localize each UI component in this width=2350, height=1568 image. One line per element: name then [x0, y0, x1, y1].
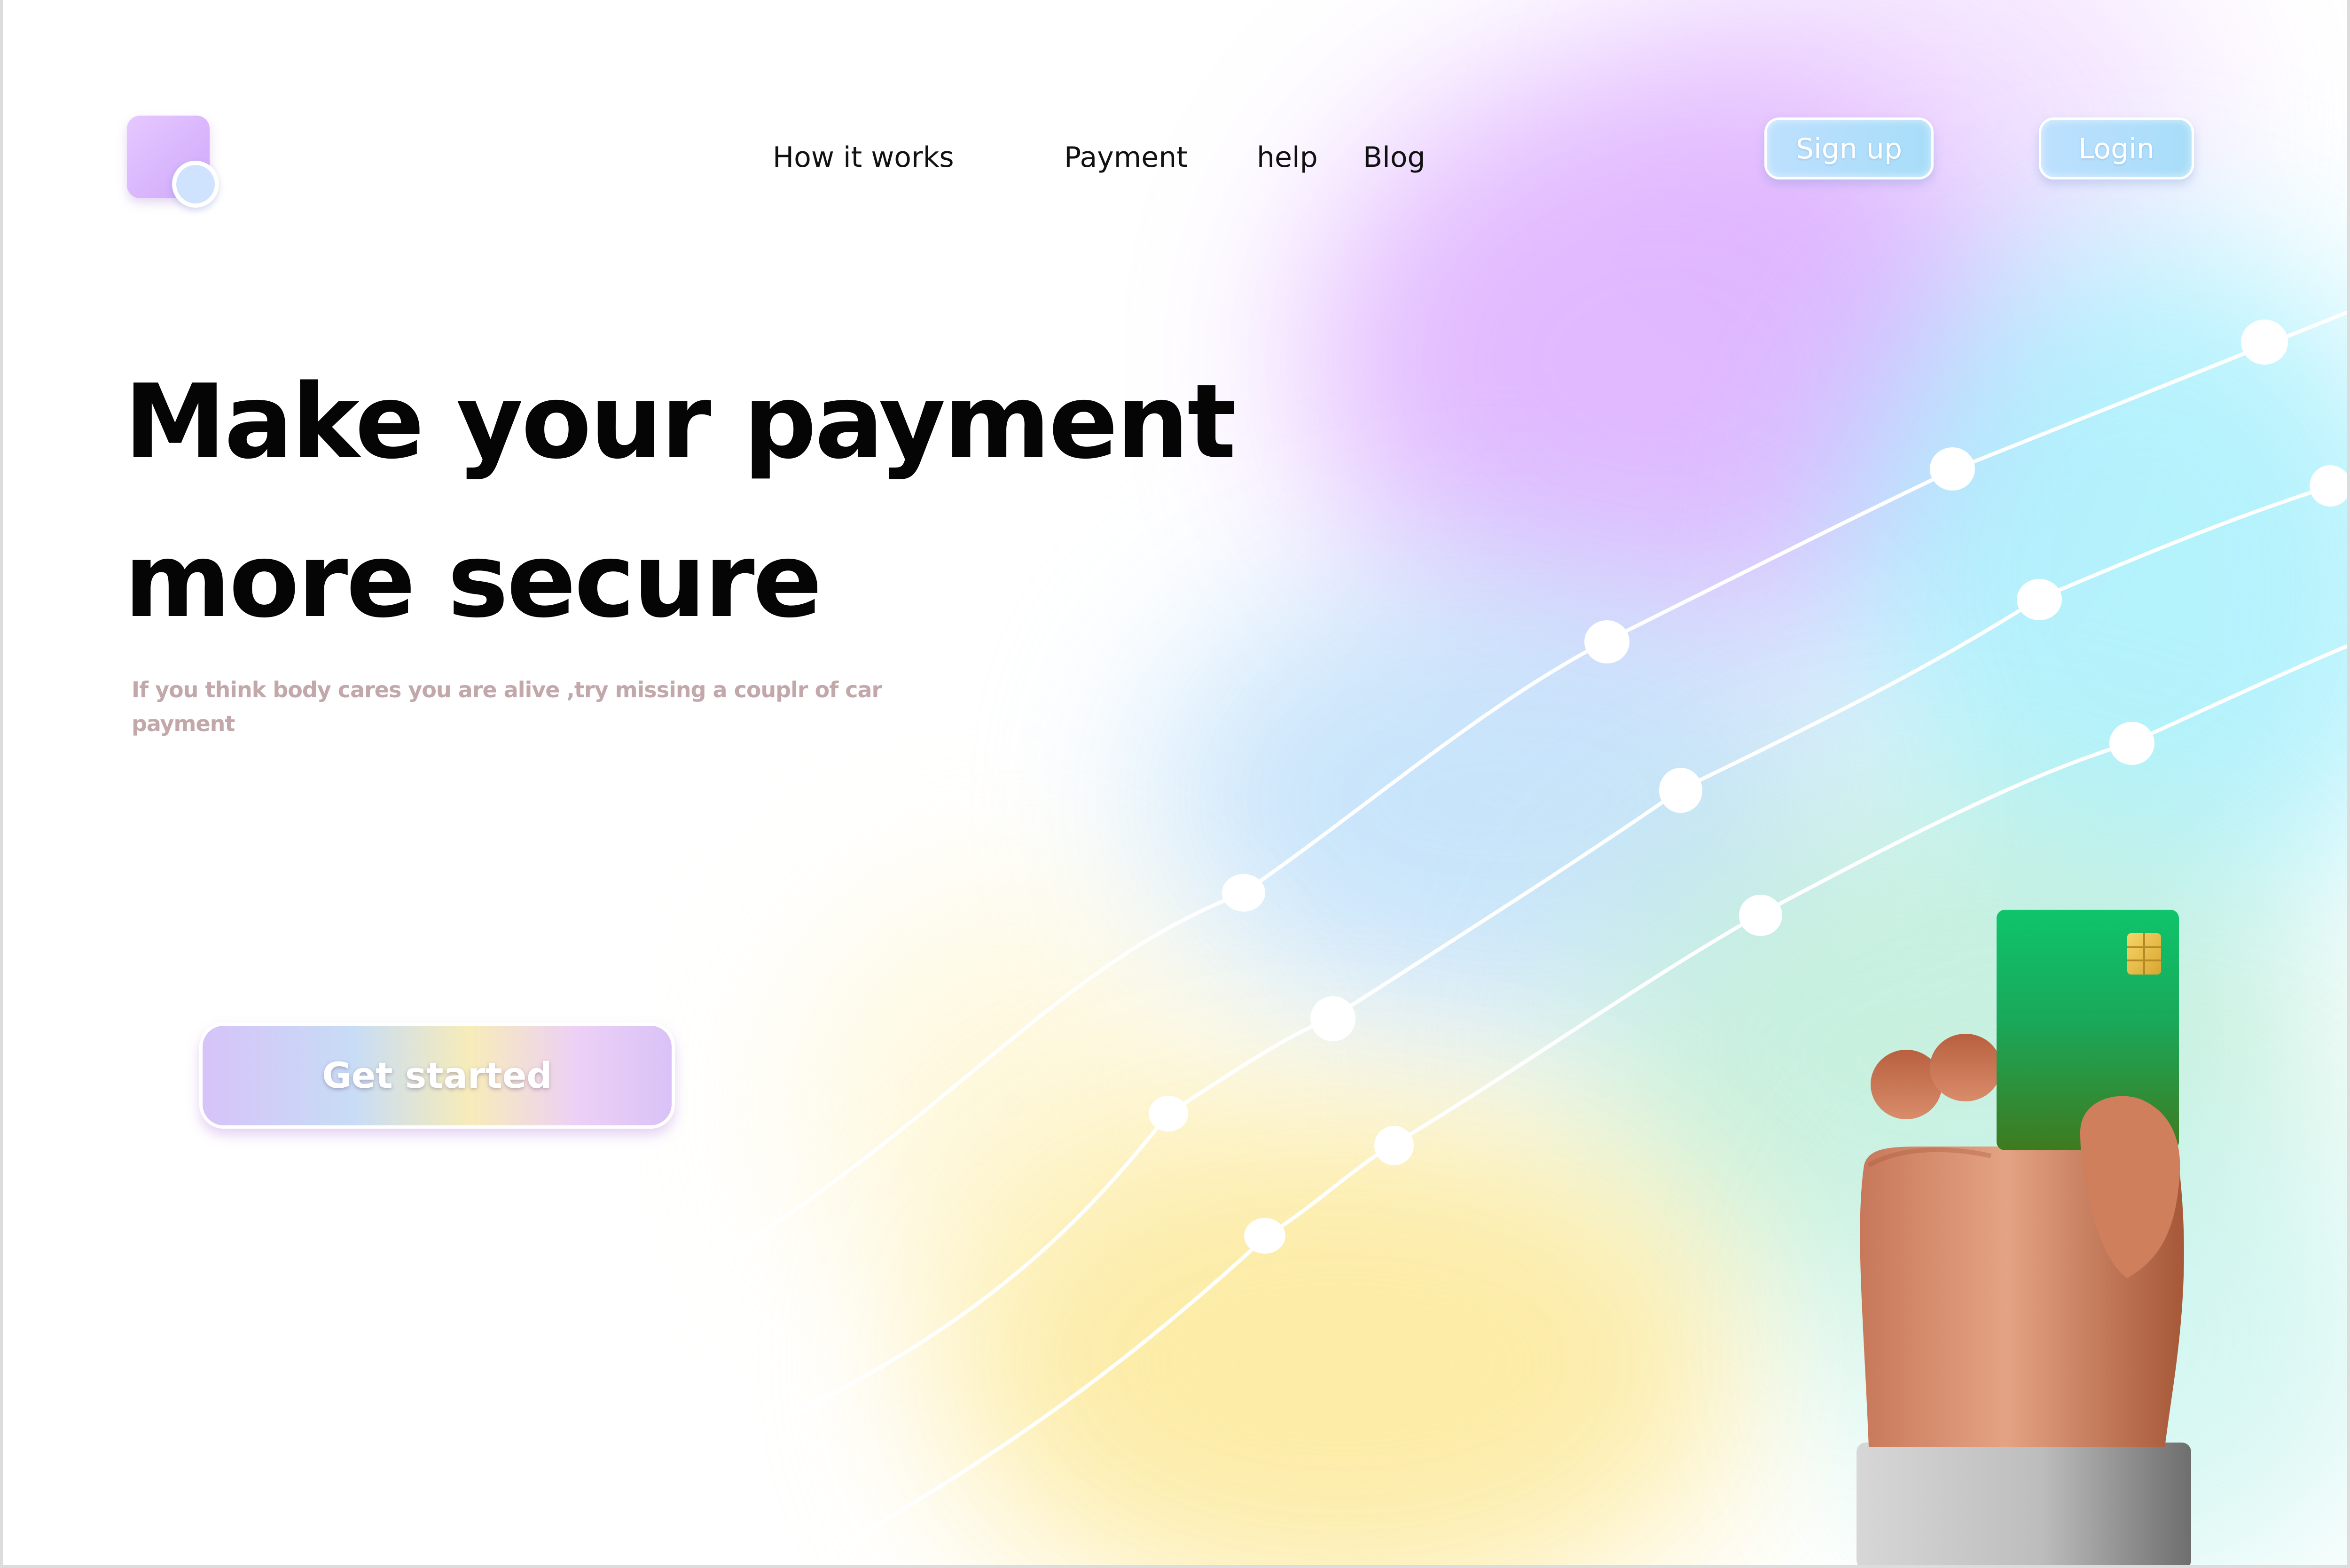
- sign-up-button[interactable]: Sign up: [1764, 117, 1934, 179]
- finger-middle: [1930, 1034, 2001, 1101]
- hero-title-line-2: more secure: [124, 502, 1234, 661]
- curve-node: [2310, 465, 2350, 507]
- curve-node: [1659, 768, 1702, 813]
- curve-node: [2241, 320, 2288, 365]
- curve-node: [1739, 895, 1782, 936]
- hero-subtitle: If you think body cares you are alive ,t…: [132, 673, 907, 741]
- card-chip-icon: [2127, 933, 2161, 975]
- nav-link-blog[interactable]: Blog: [1363, 136, 1426, 179]
- nav-link-help[interactable]: help: [1257, 136, 1318, 179]
- get-started-button[interactable]: Get started: [199, 1022, 675, 1129]
- hero-title-line-1: Make your payment: [124, 343, 1234, 502]
- get-started-label: Get started: [322, 1026, 552, 1125]
- curve-node: [1149, 1096, 1188, 1131]
- curve-node: [1222, 874, 1265, 912]
- curve-node: [1930, 447, 1975, 491]
- hand-holding-card-illustration: [1836, 902, 2212, 1568]
- login-button[interactable]: Login: [2039, 117, 2194, 179]
- curve-node: [2109, 722, 2154, 765]
- curve-node: [1584, 620, 1629, 663]
- curve-node: [2017, 579, 2062, 620]
- app-logo[interactable]: [127, 116, 212, 200]
- curve-node: [1374, 1126, 1414, 1165]
- curve-node: [1244, 1218, 1285, 1254]
- nav-link-payment[interactable]: Payment: [1064, 136, 1188, 179]
- landing-page: How it works Payment help Blog Sign up L…: [0, 0, 2350, 1568]
- sleeve-cuff: [1856, 1443, 2191, 1568]
- curve-node: [1310, 996, 1355, 1041]
- hero-title: Make your payment more secure: [124, 343, 1234, 661]
- logo-circle-shape: [172, 161, 219, 208]
- nav-link-how-it-works[interactable]: How it works: [773, 136, 954, 179]
